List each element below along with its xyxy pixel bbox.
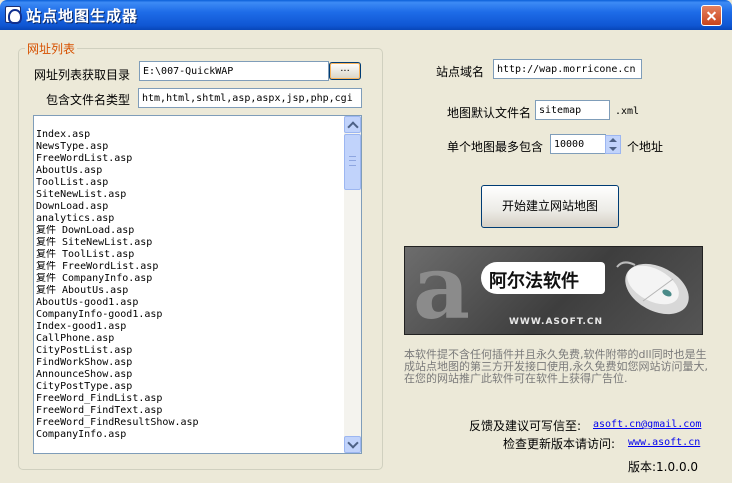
file-list-item[interactable]: FreeWordList.asp <box>36 153 346 165</box>
scroll-thumb[interactable] <box>344 134 361 190</box>
banner-logo-letter: a <box>413 246 471 335</box>
file-list-item[interactable]: Index-good1.asp <box>36 321 346 333</box>
banner-title: 阿尔法软件 <box>489 271 579 292</box>
filename-label: 地图默认文件名 <box>447 106 532 120</box>
title-bar: 站点地图生成器 <box>0 0 732 30</box>
banner-url: WWW.ASOFT.CN <box>509 317 604 327</box>
filename-extension: .xml <box>615 106 640 117</box>
browse-button[interactable]: ... <box>329 62 361 80</box>
app-icon <box>5 6 22 24</box>
scroll-down-icon[interactable] <box>344 436 361 453</box>
file-list-item[interactable]: FreeWord_FindList.asp <box>36 393 346 405</box>
filename-input[interactable]: sitemap <box>535 100 610 120</box>
description: 本软件提不含任何插件并且永久免费,软件附带的dll同时也是生成站点地图的第三方开… <box>404 348 708 385</box>
group-title: 网址列表 <box>25 40 78 57</box>
file-list-item[interactable]: 复件 DownLoad.asp <box>36 225 346 237</box>
directory-label: 网址列表获取目录 <box>34 68 131 82</box>
update-label: 检查更新版本请访问: <box>503 437 616 451</box>
file-list-item[interactable]: 复件 FreeWordList.asp <box>36 261 346 273</box>
domain-label: 站点域名 <box>436 65 485 79</box>
file-list-item[interactable]: FreeWord_FindResultShow.asp <box>36 417 346 429</box>
version-label: 版本:1.0.0.0 <box>628 460 699 474</box>
max-urls-spinner[interactable] <box>605 135 621 154</box>
file-list-item[interactable]: AboutUs-good1.asp <box>36 297 346 309</box>
file-list-item[interactable]: CompanyInfo.asp <box>36 429 346 441</box>
domain-input[interactable]: http://wap.morricone.cn <box>493 59 642 79</box>
file-list-item[interactable]: DownLoad.asp <box>36 201 346 213</box>
close-icon[interactable] <box>701 5 722 26</box>
max-urls-input[interactable]: 10000 <box>550 134 606 154</box>
file-list-item[interactable]: analytics.asp <box>36 213 346 225</box>
file-list-item[interactable]: 复件 AboutUs.asp <box>36 285 346 297</box>
file-list-item[interactable]: ToolList.asp <box>36 177 346 189</box>
feedback-label: 反馈及建议可写信至: <box>469 419 582 433</box>
start-build-button[interactable]: 开始建立网站地图 <box>481 185 619 228</box>
asoft-banner[interactable]: a 阿尔法软件 WWW.ASOFT.CN <box>404 246 703 335</box>
spin-up-icon[interactable] <box>609 138 617 142</box>
file-list-item[interactable]: AnnounceShow.asp <box>36 369 346 381</box>
update-url-link[interactable]: www.asoft.cn <box>628 437 700 448</box>
list-scrollbar[interactable] <box>344 116 361 453</box>
scroll-up-icon[interactable] <box>344 116 361 133</box>
window-title: 站点地图生成器 <box>26 7 139 25</box>
file-list-item[interactable]: 复件 CompanyInfo.asp <box>36 273 346 285</box>
file-list-item[interactable]: Index.asp <box>36 129 346 141</box>
file-list-item[interactable]: 复件 ToolList.asp <box>36 249 346 261</box>
file-types-input[interactable]: htm,html,shtml,asp,aspx,jsp,php,cgi <box>138 88 362 108</box>
file-list-item[interactable]: CityPostType.asp <box>36 381 346 393</box>
file-list-item[interactable]: CompanyInfo-good1.asp <box>36 309 346 321</box>
max-urls-unit: 个地址 <box>627 140 664 154</box>
spin-down-icon[interactable] <box>609 147 617 151</box>
file-list-item[interactable]: FindWorkShow.asp <box>36 357 346 369</box>
directory-input[interactable]: E:\007-QuickWAP <box>139 61 329 81</box>
file-list-item[interactable]: NewsType.asp <box>36 141 346 153</box>
file-list-item[interactable]: CityPostList.asp <box>36 345 346 357</box>
file-list-item[interactable]: 复件 SiteNewList.asp <box>36 237 346 249</box>
feedback-email-link[interactable]: asoft.cn@gmail.com <box>593 419 701 430</box>
file-list-items: Index.asp NewsType.asp FreeWordList.asp Abo… <box>36 129 346 441</box>
file-list-item[interactable]: SiteNewList.asp <box>36 189 346 201</box>
file-types-label: 包含文件名类型 <box>46 93 131 107</box>
file-list-item[interactable]: FreeWord_FindText.asp <box>36 405 346 417</box>
mouse-image <box>616 261 689 315</box>
file-list-item[interactable]: CallPhone.asp <box>36 333 346 345</box>
file-list[interactable]: Index.asp NewsType.asp FreeWordList.asp Abo… <box>33 115 362 454</box>
max-urls-label: 单个地图最多包含 <box>447 140 544 154</box>
file-list-item[interactable]: AboutUs.asp <box>36 165 346 177</box>
